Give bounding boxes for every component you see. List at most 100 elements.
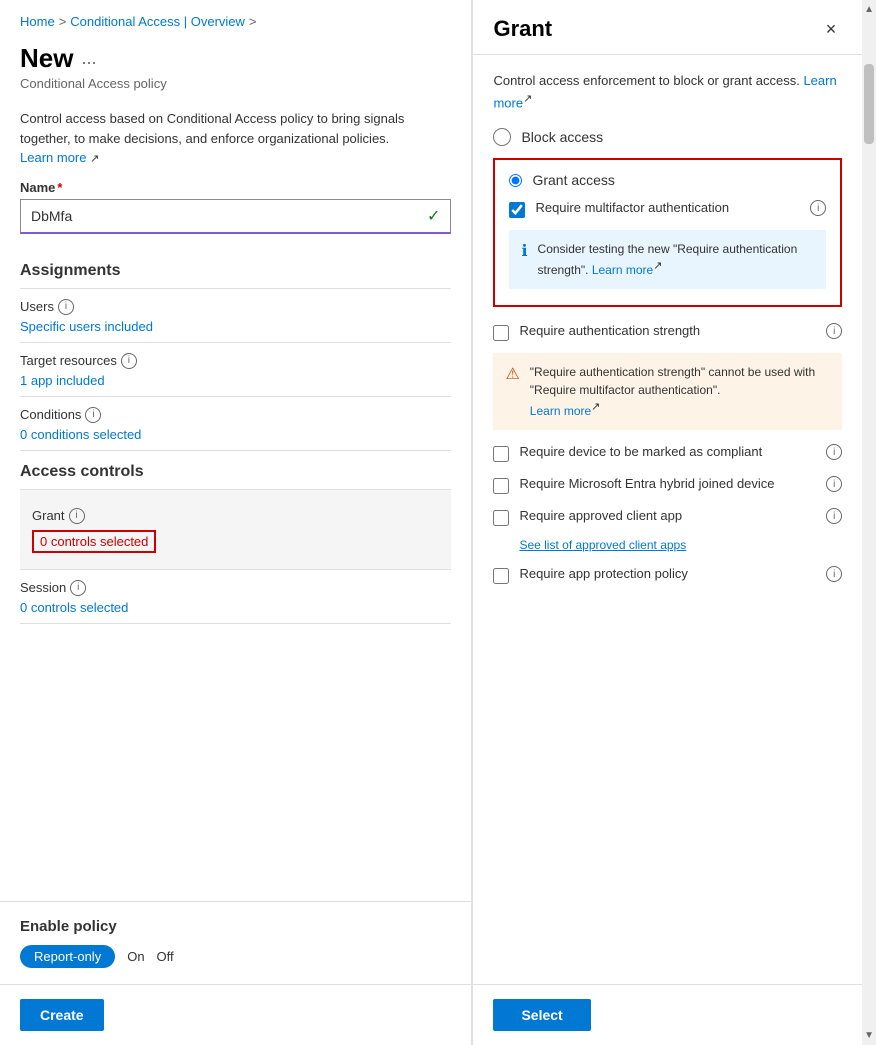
page-title-area: New ... Conditional Access policy xyxy=(0,39,471,97)
mfa-info-box: ℹ Consider testing the new "Require auth… xyxy=(509,230,826,289)
on-option[interactable]: On xyxy=(127,949,144,964)
scrollbar-track: ▲ ▼ xyxy=(862,0,876,1045)
scroll-arrow-up[interactable]: ▲ xyxy=(862,0,876,19)
bottom-actions: Create xyxy=(0,984,471,1045)
auth-strength-row-outer: Require authentication strength i ⚠ "Req… xyxy=(493,323,842,430)
target-resources-info-icon[interactable]: i xyxy=(121,353,137,369)
auth-strength-checkbox[interactable] xyxy=(493,325,509,341)
info-box-learn-more[interactable]: Learn more xyxy=(592,263,653,277)
access-controls-title: Access controls xyxy=(20,451,451,490)
grant-access-box: Grant access Require multifactor authent… xyxy=(493,158,842,307)
users-label: Users xyxy=(20,299,54,314)
session-label: Session xyxy=(20,580,66,595)
mfa-info-icon[interactable]: i xyxy=(810,200,826,216)
device-compliant-label: Require device to be marked as compliant… xyxy=(519,444,842,460)
mfa-checkbox[interactable] xyxy=(509,202,525,218)
session-row: Session i 0 controls selected xyxy=(20,570,451,624)
left-panel: Home > Conditional Access | Overview > N… xyxy=(0,0,472,1045)
warning-box-learn-more[interactable]: Learn more xyxy=(530,404,591,418)
approved-client-info-icon[interactable]: i xyxy=(826,508,842,524)
page-title-ellipsis: ... xyxy=(81,48,96,69)
required-marker: * xyxy=(57,180,62,195)
block-access-radio[interactable] xyxy=(493,128,511,146)
description-text: Control access based on Conditional Acce… xyxy=(20,111,404,146)
device-compliant-checkbox[interactable] xyxy=(493,446,509,462)
conditions-row: Conditions i 0 conditions selected xyxy=(20,397,451,451)
select-button[interactable]: Select xyxy=(493,999,590,1031)
device-compliant-info-icon[interactable]: i xyxy=(826,444,842,460)
hybrid-joined-info-icon[interactable]: i xyxy=(826,476,842,492)
block-access-option[interactable]: Block access xyxy=(493,128,842,146)
warning-ext-icon: ↗ xyxy=(591,399,600,416)
breadcrumb: Home > Conditional Access | Overview > xyxy=(0,0,471,39)
assignments-title: Assignments xyxy=(20,250,451,289)
conditions-info-icon[interactable]: i xyxy=(85,407,101,423)
grant-drawer: Grant × Control access enforcement to bl… xyxy=(472,0,862,1045)
name-label: Name* xyxy=(20,180,451,195)
close-button[interactable]: × xyxy=(820,17,843,42)
scroll-arrow-down[interactable]: ▼ xyxy=(862,1026,876,1045)
hybrid-joined-label: Require Microsoft Entra hybrid joined de… xyxy=(519,476,842,492)
grant-label: Grant xyxy=(32,508,65,523)
info-circle-icon: ℹ xyxy=(521,241,527,261)
auth-strength-checkbox-row: Require authentication strength i xyxy=(493,323,842,341)
approved-client-checkbox[interactable] xyxy=(493,510,509,526)
off-option[interactable]: Off xyxy=(157,949,174,964)
check-icon: ✓ xyxy=(427,206,440,226)
grant-inner: Grant i 0 controls selected xyxy=(20,500,451,561)
warning-box-text: "Require authentication strength" cannot… xyxy=(530,363,830,420)
breadcrumb-conditional-access[interactable]: Conditional Access | Overview xyxy=(70,14,245,29)
users-row: Users i Specific users included xyxy=(20,289,451,343)
drawer-header: Grant × xyxy=(473,0,862,55)
drawer-description: Control access enforcement to block or g… xyxy=(493,71,842,112)
approved-client-apps-link[interactable]: See list of approved client apps xyxy=(519,538,842,552)
mfa-checkbox-row: Require multifactor authentication i xyxy=(509,200,826,218)
breadcrumb-sep1: > xyxy=(59,14,67,29)
target-resources-row: Target resources i 1 app included xyxy=(20,343,451,397)
enable-policy-title: Enable policy xyxy=(20,918,451,935)
app-protection-checkbox-row: Require app protection policy i xyxy=(493,566,842,584)
hybrid-joined-checkbox[interactable] xyxy=(493,478,509,494)
users-info-icon[interactable]: i xyxy=(58,299,74,315)
breadcrumb-home[interactable]: Home xyxy=(20,14,55,29)
grant-row: Grant i 0 controls selected xyxy=(20,490,451,570)
drawer-title: Grant xyxy=(493,16,552,42)
mfa-label: Require multifactor authentication i xyxy=(535,200,826,216)
grant-controls-selected[interactable]: 0 controls selected xyxy=(32,530,156,553)
users-value[interactable]: Specific users included xyxy=(20,319,451,334)
grant-info-icon[interactable]: i xyxy=(69,508,85,524)
session-value[interactable]: 0 controls selected xyxy=(20,600,451,615)
app-protection-checkbox[interactable] xyxy=(493,568,509,584)
scroll-thumb[interactable] xyxy=(864,64,874,144)
app-protection-label: Require app protection policy i xyxy=(519,566,842,582)
name-input-wrapper[interactable]: ✓ xyxy=(20,199,451,234)
learn-more-link[interactable]: Learn more xyxy=(20,150,86,165)
info-box-ext-icon: ↗ xyxy=(653,258,662,275)
app-protection-info-icon[interactable]: i xyxy=(826,566,842,582)
grant-access-label: Grant access xyxy=(532,172,614,188)
report-only-toggle[interactable]: Report-only xyxy=(20,945,115,968)
enable-policy-section: Enable policy Report-only On Off xyxy=(0,901,471,984)
approved-client-checkbox-row: Require approved client app i xyxy=(493,508,842,526)
name-input[interactable] xyxy=(31,208,427,224)
description: Control access based on Conditional Acce… xyxy=(0,97,471,180)
auth-strength-info-icon[interactable]: i xyxy=(826,323,842,339)
target-resources-value[interactable]: 1 app included xyxy=(20,373,451,388)
ext-link: ↗ xyxy=(90,153,99,165)
hybrid-joined-checkbox-row: Require Microsoft Entra hybrid joined de… xyxy=(493,476,842,494)
grant-access-radio[interactable] xyxy=(509,174,522,187)
approved-client-row-outer: Require approved client app i See list o… xyxy=(493,508,842,552)
block-access-label: Block access xyxy=(521,129,603,145)
page-title: New xyxy=(20,43,73,74)
drawer-body: Control access enforcement to block or g… xyxy=(473,55,862,984)
conditions-label: Conditions xyxy=(20,407,81,422)
drawer-ext-link-icon: ↗ xyxy=(523,91,532,108)
warning-box: ⚠ "Require authentication strength" cann… xyxy=(493,353,842,430)
toggle-group: Report-only On Off xyxy=(20,945,451,968)
session-info-icon[interactable]: i xyxy=(70,580,86,596)
create-button[interactable]: Create xyxy=(20,999,104,1031)
device-compliant-checkbox-row: Require device to be marked as compliant… xyxy=(493,444,842,462)
conditions-value[interactable]: 0 conditions selected xyxy=(20,427,451,442)
info-box-text: Consider testing the new "Require authen… xyxy=(538,240,815,279)
form-area: Name* ✓ Assignments Users i Specific use… xyxy=(0,180,471,902)
